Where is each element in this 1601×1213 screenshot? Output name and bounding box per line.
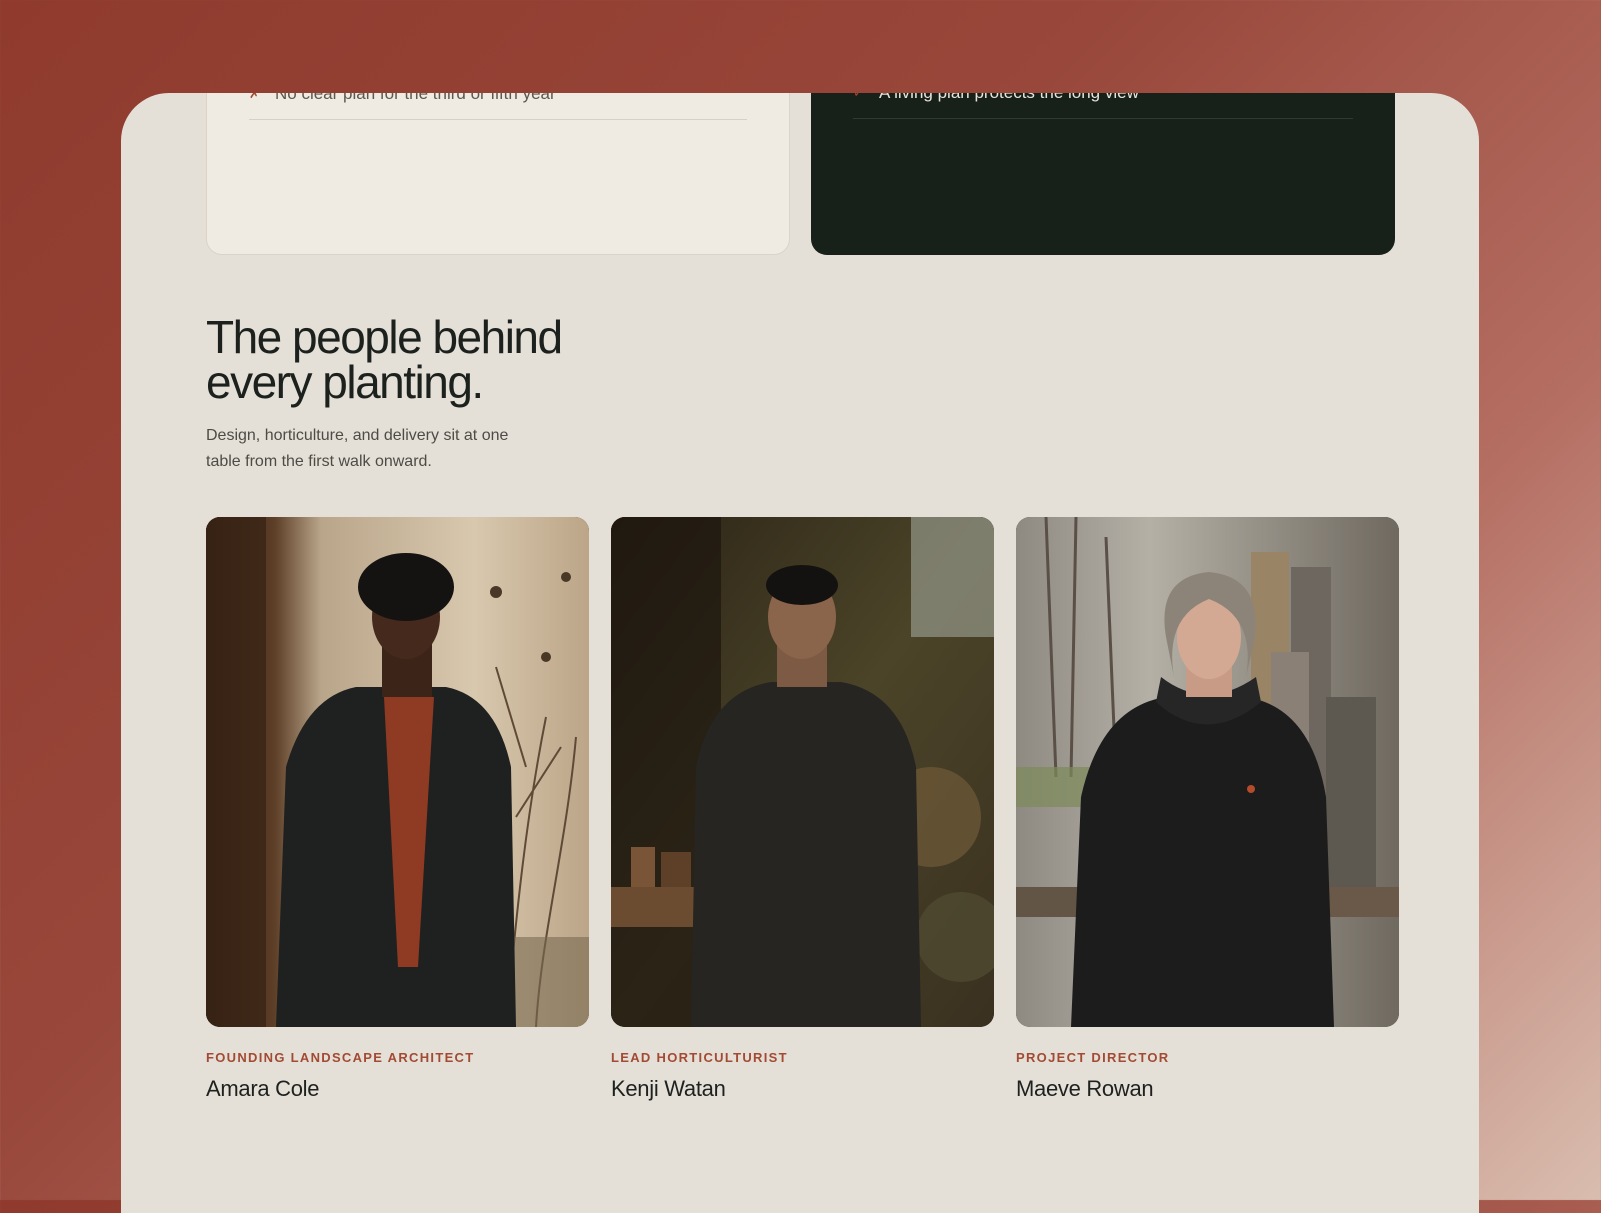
with-plan-card: ✓ A living plan protects the long view	[811, 93, 1395, 255]
without-plan-card: ✗ No clear plan for the third or fifth y…	[206, 93, 790, 255]
member-role: PROJECT DIRECTOR	[1016, 1050, 1170, 1065]
team-subheading: Design, horticulture, and delivery sit a…	[206, 427, 509, 470]
member-name: Amara Cole	[206, 1076, 320, 1101]
comparison-item-label: A living plan protects the long view	[879, 93, 1139, 102]
member-photo	[1016, 517, 1399, 1027]
team-member-card: FOUNDING LANDSCAPE ARCHITECT Amara Cole	[206, 517, 589, 1102]
member-photo	[206, 517, 589, 1027]
team-heading: The people behind every planting.	[206, 311, 563, 408]
comparison-item-label: No clear plan for the third or fifth yea…	[275, 93, 556, 103]
member-role: FOUNDING LANDSCAPE ARCHITECT	[206, 1050, 475, 1065]
content-panel: ✗ No clear plan for the third or fifth y…	[121, 93, 1479, 1213]
team-member-card: PROJECT DIRECTOR Maeve Rowan	[1016, 517, 1399, 1102]
member-photo	[611, 517, 994, 1027]
cross-icon: ✗	[249, 93, 260, 101]
check-icon: ✓	[853, 93, 864, 111]
member-role: LEAD HORTICULTURIST	[611, 1050, 788, 1065]
team-member-card: LEAD HORTICULTURIST Kenji Watan	[611, 517, 994, 1102]
comparison-item: ✗ No clear plan for the third or fifth y…	[249, 93, 747, 120]
member-name: Maeve Rowan	[1016, 1076, 1154, 1101]
member-name: Kenji Watan	[611, 1076, 726, 1101]
comparison-item: ✓ A living plan protects the long view	[853, 93, 1353, 119]
